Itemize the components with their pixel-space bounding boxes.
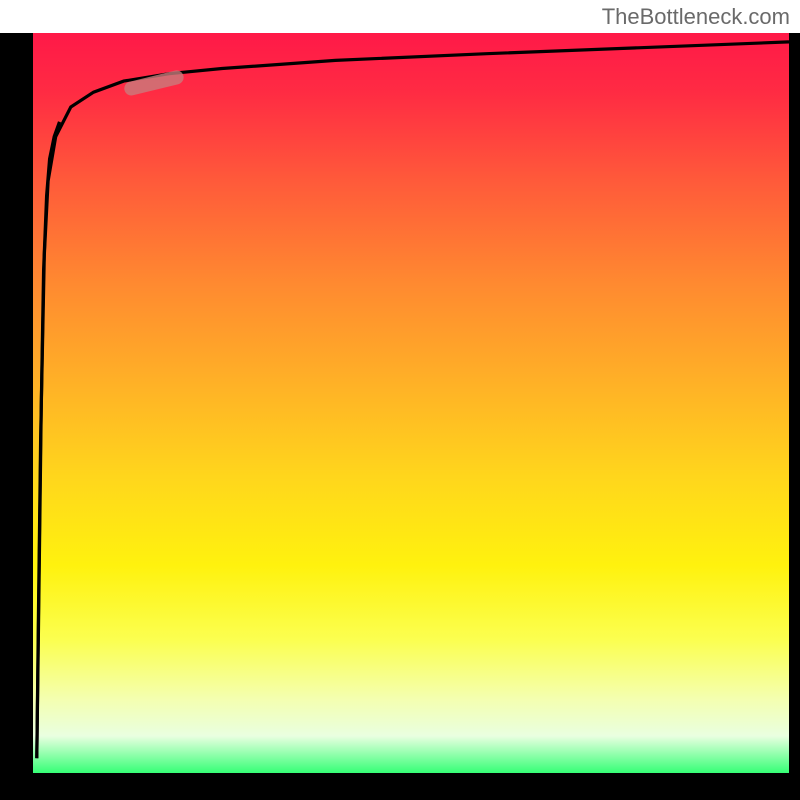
frame-left (0, 33, 33, 773)
chart-container: TheBottleneck.com (0, 0, 800, 800)
frame-bottom (0, 773, 800, 800)
frame-right (789, 33, 800, 773)
gradient-background (33, 33, 789, 773)
watermark-text: TheBottleneck.com (602, 4, 790, 30)
plot-area (0, 0, 800, 800)
plot-inner (33, 33, 789, 773)
